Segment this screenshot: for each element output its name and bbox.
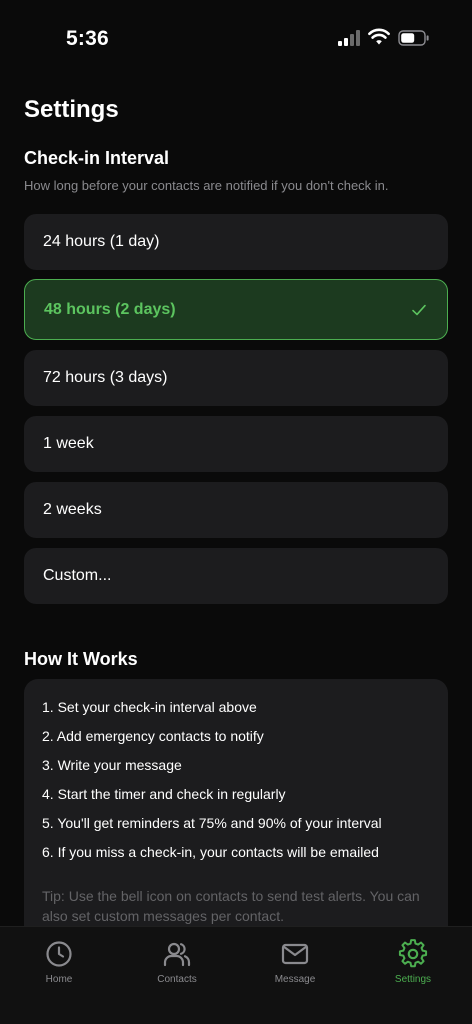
cellular-signal-icon	[338, 30, 362, 46]
envelope-icon	[281, 943, 309, 965]
page-title: Settings	[24, 96, 119, 123]
interval-option-custom[interactable]: Custom...	[24, 548, 448, 604]
interval-option-label: 1 week	[43, 435, 94, 452]
gear-icon	[398, 939, 428, 968]
tab-label: Home	[45, 974, 73, 985]
how-it-works-step: 6. If you miss a check-in, your contacts…	[42, 844, 379, 860]
tab-label: Contacts	[157, 974, 197, 985]
tab-label: Message	[274, 974, 316, 985]
interval-option-24h[interactable]: 24 hours (1 day)	[24, 214, 448, 270]
tab-contacts[interactable]: Contacts	[118, 939, 236, 999]
status-bar: 5:36	[0, 0, 472, 80]
interval-option-label: 72 hours (3 days)	[43, 369, 168, 386]
how-it-works-step: 2. Add emergency contacts to notify	[42, 728, 264, 744]
interval-option-48h[interactable]: 48 hours (2 days)	[24, 279, 448, 340]
interval-option-1-week[interactable]: 1 week	[24, 416, 448, 472]
clock-icon	[46, 941, 72, 967]
interval-option-label: Custom...	[43, 567, 112, 584]
battery-icon	[398, 30, 429, 46]
tab-label: Settings	[394, 974, 432, 985]
tab-settings[interactable]: Settings	[354, 939, 472, 999]
interval-option-label: 2 weeks	[43, 501, 102, 518]
how-it-works-title: How It Works	[24, 649, 138, 669]
tab-home[interactable]: Home	[0, 939, 118, 999]
users-icon	[163, 942, 191, 967]
tab-message[interactable]: Message	[236, 939, 354, 999]
how-it-works-card: 1. Set your check-in interval above 2. A…	[24, 679, 448, 949]
wifi-icon	[368, 28, 390, 45]
interval-option-label: 24 hours (1 day)	[43, 233, 160, 250]
status-time: 5:36	[66, 27, 109, 50]
interval-option-72h[interactable]: 72 hours (3 days)	[24, 350, 448, 406]
how-it-works-tip: Tip: Use the bell icon on contacts to se…	[42, 888, 420, 924]
check-in-interval-title: Check-in Interval	[24, 148, 170, 168]
how-it-works-step: 5. You'll get reminders at 75% and 90% o…	[42, 815, 382, 831]
interval-option-2-weeks[interactable]: 2 weeks	[24, 482, 448, 538]
how-it-works-step: 4. Start the timer and check in regularl…	[42, 786, 286, 802]
checkmark-icon	[412, 304, 426, 315]
tab-bar: Home Contacts Message Settings	[0, 926, 472, 1024]
check-in-interval-subtitle: How long before your contacts are notifi…	[24, 178, 389, 193]
how-it-works-step: 1. Set your check-in interval above	[42, 699, 257, 715]
settings-screen: 5:36 Settings Check-in Interval How long…	[0, 0, 472, 1024]
how-it-works-step: 3. Write your message	[42, 757, 182, 773]
interval-option-label: 48 hours (2 days)	[44, 300, 176, 318]
